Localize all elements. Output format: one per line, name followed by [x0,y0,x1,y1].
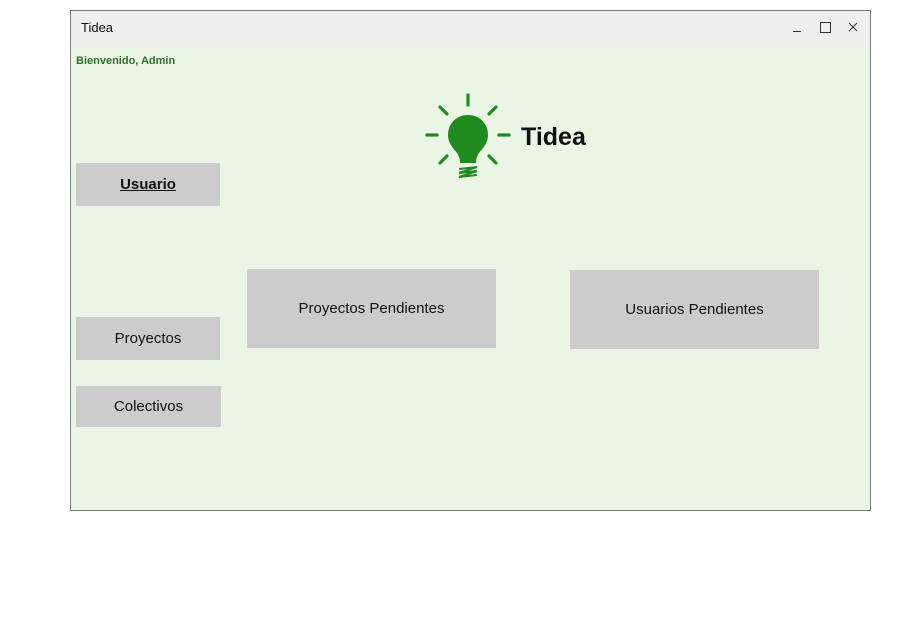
close-icon [848,22,858,32]
window-title: Tidea [81,20,114,35]
maximize-icon [820,22,831,33]
minimize-button[interactable] [784,16,810,40]
proyectos-button[interactable]: Proyectos [76,317,220,360]
maximize-button[interactable] [812,16,838,40]
usuarios-pendientes-button[interactable]: Usuarios Pendientes [570,270,819,349]
title-bar[interactable]: Tidea [71,11,870,45]
colectivos-button[interactable]: Colectivos [76,386,221,427]
proyectos-pendientes-button[interactable]: Proyectos Pendientes [247,269,496,348]
welcome-message: Bienvenido, Admin [76,55,176,67]
minimize-icon [793,31,801,32]
usuario-button[interactable]: Usuario [76,163,220,206]
logo-text: Tidea [521,123,586,151]
app-window: Tidea Bienvenido, Admin Tidea Usuario Pr… [70,10,871,511]
close-button[interactable] [840,16,866,40]
